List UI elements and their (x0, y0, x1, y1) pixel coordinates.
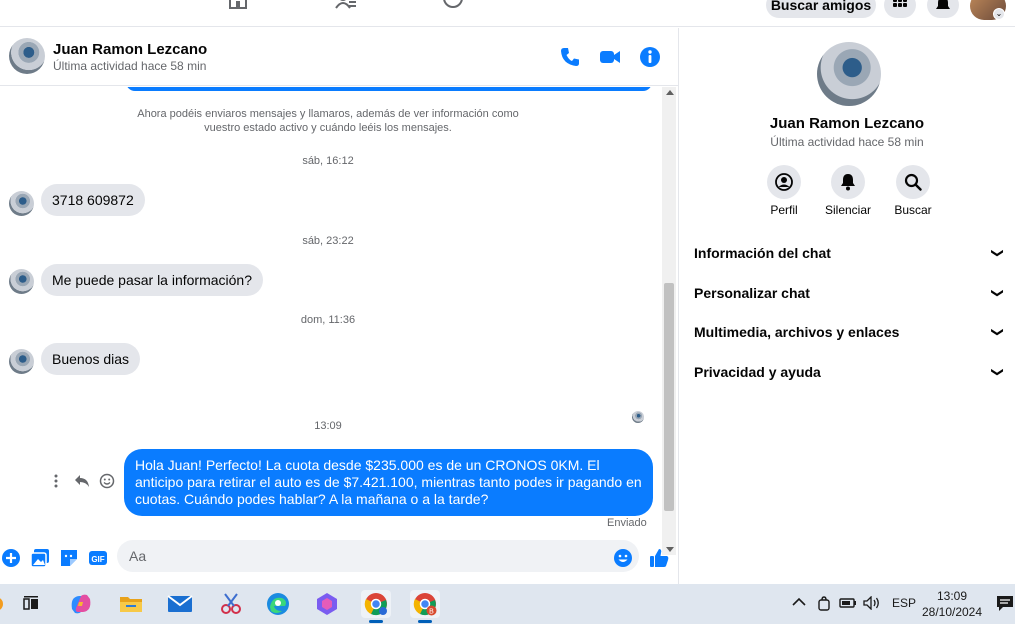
snipping-tool-icon[interactable] (216, 590, 246, 618)
plus-icon[interactable] (1, 548, 21, 568)
scroll-up-arrow[interactable] (666, 90, 674, 95)
notifications-button[interactable] (927, 0, 959, 18)
security-icon[interactable] (817, 596, 831, 615)
scroll-thumb[interactable] (664, 283, 674, 511)
mute-label: Silenciar (824, 203, 872, 217)
chevron-down-icon: ❯ (990, 287, 1005, 299)
widgets-icon[interactable] (0, 590, 6, 618)
clock-time: 13:09 (936, 589, 968, 603)
outgoing-message[interactable]: Hola Juan! Perfecto! La cuota desde $235… (124, 449, 653, 516)
chrome-profile-icon[interactable]: B (410, 590, 440, 623)
seen-avatar (632, 411, 644, 423)
system-notice: Ahora podéis enviaros mensajes y llamaro… (137, 108, 519, 134)
section-customize-chat[interactable]: Personalizar chat ❯ (694, 281, 1007, 305)
incoming-message[interactable]: 3718 609872 (41, 184, 145, 216)
battery-icon[interactable] (839, 596, 857, 613)
incoming-message[interactable]: Me puede pasar la información? (41, 264, 264, 296)
message-list[interactable]: Ahora podéis enviaros mensajes y llamaro… (0, 87, 662, 540)
search-icon (904, 173, 922, 191)
groups-icon[interactable] (441, 0, 465, 12)
search-label: Buscar (894, 203, 932, 217)
react-emoji-icon[interactable] (98, 473, 116, 489)
sidebar-contact-status: Última actividad hace 58 min (770, 135, 924, 149)
section-privacy-help[interactable]: Privacidad y ayuda ❯ (694, 360, 1007, 384)
bell-icon (841, 174, 855, 191)
chat-header: Juan Ramon Lezcano Última actividad hace… (0, 28, 678, 86)
profile-button[interactable]: Perfil (749, 165, 819, 217)
video-call-icon[interactable] (599, 46, 621, 68)
message-input[interactable] (117, 540, 639, 572)
menu-grid-button[interactable] (884, 0, 916, 18)
svg-text:GIF: GIF (91, 555, 104, 564)
sender-avatar[interactable] (9, 269, 34, 294)
message-composer: GIF (0, 540, 678, 584)
account-avatar[interactable]: ⌄ (970, 0, 1006, 20)
timestamp: sáb, 16:12 (302, 155, 354, 167)
search-button[interactable]: Buscar (878, 165, 948, 217)
contact-profile-photo[interactable] (817, 42, 881, 106)
message-scrollbar[interactable] (662, 87, 676, 555)
windows-taskbar: B ESP 13:09 28/10/2024 (0, 584, 1015, 624)
bell-icon (936, 0, 950, 9)
section-media-files-links[interactable]: Multimedia, archivos y enlaces ❯ (694, 320, 1007, 344)
svg-text:B: B (429, 609, 434, 616)
sticker-icon[interactable] (59, 548, 79, 568)
contact-avatar[interactable] (9, 38, 45, 74)
info-icon[interactable] (639, 46, 661, 68)
gif-icon[interactable]: GIF (88, 548, 108, 568)
copilot-app-icon[interactable] (312, 590, 342, 618)
timestamp: dom, 11:36 (300, 314, 356, 326)
timestamp: sáb, 23:22 (302, 235, 354, 247)
grid-icon (893, 0, 907, 7)
thumbs-up-icon[interactable] (649, 548, 669, 568)
top-navigation-bar: Buscar amigos ⌄ (0, 0, 1015, 27)
profile-icon (775, 173, 793, 191)
chevron-down-icon: ❯ (990, 366, 1005, 378)
task-view-icon[interactable] (16, 590, 46, 618)
contact-status: Última actividad hace 58 min (53, 59, 207, 73)
notifications-icon[interactable] (996, 594, 1014, 615)
find-friends-button[interactable]: Buscar amigos (766, 0, 876, 18)
chat-details-sidebar: Juan Ramon Lezcano Última actividad hace… (679, 28, 1015, 584)
input-language[interactable]: ESP (892, 596, 916, 610)
edge-icon[interactable] (263, 590, 293, 618)
image-icon[interactable] (30, 548, 50, 568)
section-label: Información del chat (694, 245, 831, 261)
copilot-icon[interactable] (66, 590, 96, 618)
chevron-down-icon: ❯ (990, 247, 1005, 259)
show-hidden-icons-chevron-up-icon[interactable] (792, 596, 806, 610)
emoji-icon[interactable] (613, 548, 633, 568)
volume-icon[interactable] (863, 595, 881, 613)
call-icon[interactable] (559, 46, 581, 68)
chevron-down-icon: ❯ (990, 326, 1005, 338)
more-options-icon[interactable] (49, 473, 63, 489)
reply-icon[interactable] (73, 473, 91, 489)
contact-name[interactable]: Juan Ramon Lezcano (53, 41, 207, 58)
clock-date: 28/10/2024 (921, 605, 983, 619)
section-label: Multimedia, archivos y enlaces (694, 324, 900, 340)
section-label: Privacidad y ayuda (694, 364, 821, 380)
chrome-icon[interactable] (361, 590, 391, 623)
previous-message-bubble (126, 87, 652, 91)
mail-icon[interactable] (165, 590, 195, 618)
sidebar-contact-name[interactable]: Juan Ramon Lezcano (679, 115, 1015, 132)
chevron-down-icon: ⌄ (993, 8, 1005, 20)
friends-icon[interactable] (334, 0, 358, 12)
timestamp: 13:09 (314, 420, 342, 432)
chat-pane: Juan Ramon Lezcano Última actividad hace… (0, 28, 678, 584)
file-explorer-icon[interactable] (116, 590, 146, 618)
home-icon[interactable] (226, 0, 250, 12)
mute-button[interactable]: Silenciar (813, 165, 883, 217)
profile-label: Perfil (770, 203, 798, 217)
sender-avatar[interactable] (9, 191, 34, 216)
message-sent-status: Enviado (607, 517, 647, 529)
section-chat-info[interactable]: Información del chat ❯ (694, 241, 1007, 265)
incoming-message[interactable]: Buenos dias (41, 343, 141, 375)
section-label: Personalizar chat (694, 285, 810, 301)
sender-avatar[interactable] (9, 349, 34, 374)
system-clock[interactable]: 13:09 28/10/2024 (916, 588, 988, 620)
